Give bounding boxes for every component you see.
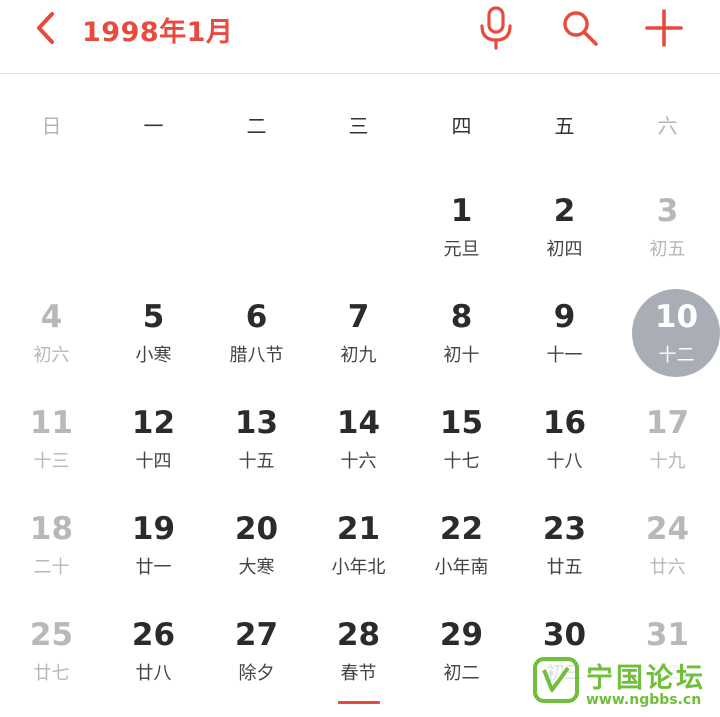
lunar-date: 小年北: [331, 557, 386, 578]
day-number: 11: [29, 405, 74, 441]
day-cell-6[interactable]: 6 腊八节: [205, 299, 308, 399]
day-number: 10: [654, 299, 699, 335]
day-number: 13: [234, 405, 279, 441]
lunar-date: 廿五: [546, 557, 583, 578]
day-number: 5: [142, 299, 165, 335]
day-cell-12[interactable]: 12 十四: [102, 405, 205, 505]
day-number: 30: [542, 617, 587, 653]
day-cell-22[interactable]: 22 小年南: [410, 511, 513, 611]
lunar-date: 十二: [658, 345, 695, 366]
day-cell-3[interactable]: 3 初五: [616, 193, 719, 293]
day-cell-8[interactable]: 8 初十: [410, 299, 513, 399]
day-number: 24: [645, 511, 690, 547]
forum-logo-icon: [533, 657, 579, 703]
day-cell-1[interactable]: 1 元旦: [410, 193, 513, 293]
lunar-date: 廿八: [135, 663, 172, 684]
day-number: 27: [234, 617, 279, 653]
day-number: 9: [553, 299, 576, 335]
lunar-date: 初九: [340, 345, 377, 366]
lunar-date: 廿七: [33, 663, 70, 684]
day-cell-17[interactable]: 17 十九: [616, 405, 719, 505]
day-number: 19: [131, 511, 176, 547]
day-cell-19[interactable]: 19 廿一: [102, 511, 205, 611]
day-number: 18: [29, 511, 74, 547]
watermark-text: 宁国论坛: [586, 663, 706, 694]
day-cell-24[interactable]: 24 廿六: [616, 511, 719, 611]
day-number: 22: [439, 511, 484, 547]
day-number: 15: [439, 405, 484, 441]
lunar-date: 春节: [340, 663, 377, 684]
day-number: 8: [450, 299, 473, 335]
lunar-date: 除夕: [238, 663, 275, 684]
lunar-date: 二十: [33, 557, 70, 578]
day-number: 3: [656, 193, 679, 229]
day-cell-18[interactable]: 18 二十: [0, 511, 103, 611]
day-cell-5[interactable]: 5 小寒: [102, 299, 205, 399]
day-cell-10[interactable]: 10 十二: [625, 299, 720, 399]
lunar-date: 初六: [33, 345, 70, 366]
day-cell-14[interactable]: 14 十六: [307, 405, 410, 505]
day-cell-20[interactable]: 20 大寒: [205, 511, 308, 611]
day-cell-25[interactable]: 25 廿七: [0, 617, 103, 717]
day-cell-9[interactable]: 9 十一: [513, 299, 616, 399]
day-cell-23[interactable]: 23 廿五: [513, 511, 616, 611]
day-cell-13[interactable]: 13 十五: [205, 405, 308, 505]
lunar-date: 初十: [443, 345, 480, 366]
day-number: 4: [40, 299, 63, 335]
lunar-date: 十三: [33, 451, 70, 472]
day-number: 23: [542, 511, 587, 547]
day-number: 17: [645, 405, 690, 441]
lunar-date: 大寒: [238, 557, 275, 578]
day-number: 26: [131, 617, 176, 653]
day-number: 12: [131, 405, 176, 441]
lunar-date: 十四: [135, 451, 172, 472]
lunar-date: 元旦: [443, 239, 480, 260]
lunar-date: 廿六: [649, 557, 686, 578]
watermark: 宁国论坛 www.ngbbs.cn: [528, 654, 720, 716]
lunar-date: 十一: [546, 345, 583, 366]
lunar-date: 廿一: [135, 557, 172, 578]
day-cell-29[interactable]: 29 初二: [410, 617, 513, 717]
lunar-date: 初五: [649, 239, 686, 260]
day-cell-2[interactable]: 2 初四: [513, 193, 616, 293]
lunar-date: 十八: [546, 451, 583, 472]
lunar-date: 十六: [340, 451, 377, 472]
day-number: 21: [336, 511, 381, 547]
day-number: 1: [450, 193, 473, 229]
lunar-date: 腊八节: [229, 345, 284, 366]
day-number: 20: [234, 511, 279, 547]
day-number: 25: [29, 617, 74, 653]
lunar-date: 十九: [649, 451, 686, 472]
lunar-date: 初二: [443, 663, 480, 684]
day-cell-26[interactable]: 26 廿八: [102, 617, 205, 717]
day-cell-16[interactable]: 16 十八: [513, 405, 616, 505]
festival-underline: [338, 701, 380, 704]
day-number: 2: [553, 193, 576, 229]
lunar-date: 小年南: [434, 557, 489, 578]
lunar-date: 十五: [238, 451, 275, 472]
day-number: 28: [336, 617, 381, 653]
day-number: 6: [245, 299, 268, 335]
day-number: 31: [645, 617, 690, 653]
day-number: 14: [336, 405, 381, 441]
day-cell-7[interactable]: 7 初九: [307, 299, 410, 399]
day-number: 16: [542, 405, 587, 441]
day-number: 7: [347, 299, 370, 335]
day-cell-21[interactable]: 21 小年北: [307, 511, 410, 611]
day-cell-11[interactable]: 11 十三: [0, 405, 103, 505]
day-cell-27[interactable]: 27 除夕: [205, 617, 308, 717]
day-cell-4[interactable]: 4 初六: [0, 299, 103, 399]
lunar-date: 十七: [443, 451, 480, 472]
day-number: 29: [439, 617, 484, 653]
watermark-url: www.ngbbs.cn: [586, 692, 702, 708]
month-grid: 1 元旦 2 初四 3 初五 4 初六 5 小寒 6 腊八节 7 初九 8 初十 9 十一 10 十二 11 十三 12 十四…: [0, 0, 720, 716]
lunar-date: 初四: [546, 239, 583, 260]
day-cell-15[interactable]: 15 十七: [410, 405, 513, 505]
lunar-date: 小寒: [135, 345, 172, 366]
